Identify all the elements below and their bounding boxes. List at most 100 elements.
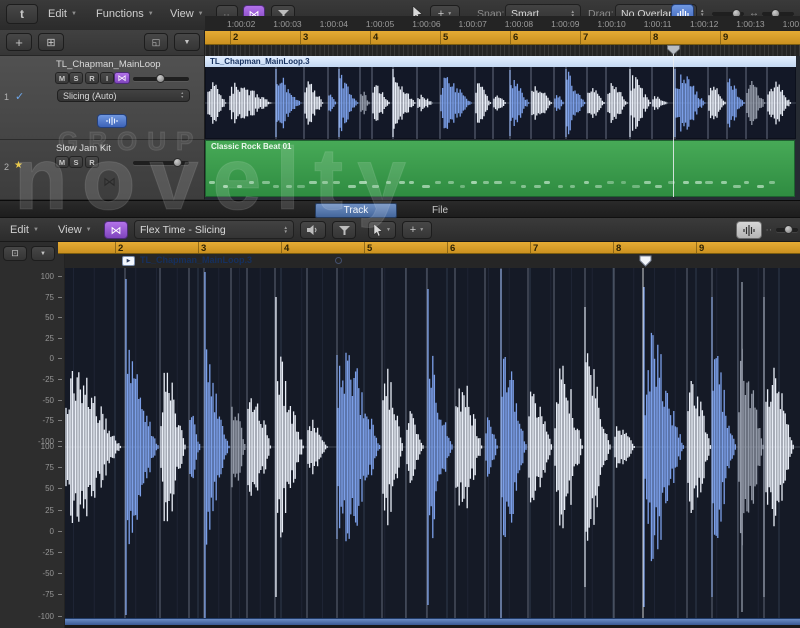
scale-label: 25 (28, 506, 54, 515)
scale-tick (58, 379, 62, 380)
bar-number: 9 (699, 243, 704, 254)
flex-icon: ⋈ (118, 73, 127, 84)
logic-pro-window: t Edit▼ Functions▼ View▼ ∙∙ ⋈ + ▼ Snap: … (0, 0, 800, 628)
editor-region-name: TL_Chapman_MainLoop.3 (140, 255, 252, 265)
time-label: 1:00:08 (505, 19, 533, 29)
scale-tick (58, 297, 62, 298)
bar-tick (650, 31, 651, 44)
track-button-i[interactable]: I (100, 72, 114, 84)
flex-enable-button[interactable]: ⋈ (114, 72, 130, 84)
header-options-button[interactable]: ▼ (174, 33, 200, 51)
slider-knob[interactable] (784, 225, 793, 234)
time-label: 1:00:12 (690, 19, 718, 29)
editor-waveform-zoom-button[interactable] (736, 221, 762, 239)
bar-number: 2 (233, 32, 238, 43)
bar-tick (364, 242, 365, 253)
scale-tick (58, 446, 62, 447)
scale-label: 25 (28, 334, 54, 343)
scale-tick (58, 420, 62, 421)
bar-number: 6 (513, 32, 518, 43)
waveform-icon (742, 224, 757, 237)
track-button-r[interactable]: R (85, 156, 99, 168)
flex-mode-value: Slicing (Auto) (63, 91, 117, 101)
scale-label: -25 (28, 548, 54, 557)
track1-volume-slider[interactable] (133, 77, 189, 81)
track-name[interactable]: Slow Jam Kit (56, 143, 111, 154)
editor-menu-view-label: View (58, 224, 82, 236)
audio-region-header[interactable]: TL_Chapman_MainLoop.3 (205, 56, 796, 67)
editor-secondary-tool-button[interactable]: + ▼ (402, 221, 432, 239)
scale-tick (58, 510, 62, 511)
crosshair-icon: + (410, 224, 416, 236)
track2-volume-slider[interactable] (133, 161, 189, 165)
editor-flex-button[interactable]: ⋈ (104, 221, 128, 239)
bar-tick (370, 31, 371, 44)
scale-tick (58, 338, 62, 339)
editor-menu-edit[interactable]: Edit▼ (10, 224, 39, 236)
add-track-button[interactable]: + (6, 33, 32, 51)
flex-time-dropdown[interactable]: Flex Time - Slicing ▲▼ (134, 220, 294, 239)
waveform-icon (105, 116, 120, 126)
track-name[interactable]: TL_Chapman_MainLoop (56, 59, 161, 70)
time-label: 1:00:10 (597, 19, 625, 29)
time-label: 1:00:09 (551, 19, 579, 29)
time-label: 1:00:11 (644, 19, 672, 29)
slider-knob[interactable] (173, 158, 182, 167)
slider-knob[interactable] (156, 74, 165, 83)
bar-number: 5 (367, 243, 372, 254)
menu-edit[interactable]: Edit ▼ (48, 8, 77, 20)
time-label: 1:00:07 (459, 19, 487, 29)
editor-bar-ruler[interactable]: 23456789 (58, 242, 800, 254)
flex-slicing-mode-button[interactable] (97, 114, 127, 128)
audio-waveform[interactable] (205, 67, 796, 139)
bar-number: 5 (443, 32, 448, 43)
menu-edit-label: Edit (48, 8, 67, 20)
time-label: 1:00:13 (736, 19, 764, 29)
midi-region[interactable]: Classic Rock Beat 01 (205, 140, 795, 197)
chevron-down-icon: ▼ (386, 227, 391, 233)
bar-number: 4 (284, 243, 289, 254)
track-sort-button[interactable]: ◱ (144, 33, 168, 51)
scale-label: 50 (28, 484, 54, 493)
tab-track[interactable]: Track (315, 203, 397, 218)
scale-label: 50 (28, 313, 54, 322)
editor-menu-view[interactable]: View▼ (58, 224, 92, 236)
scale-tick (58, 616, 62, 617)
time-ruler[interactable]: 1:00:021:00:031:00:041:00:051:00:061:00:… (205, 16, 800, 32)
track-selected-check-icon[interactable]: ✓ (15, 90, 24, 103)
editor-filter-button[interactable] (332, 221, 356, 239)
bar-ruler[interactable]: 23456789 (205, 31, 800, 45)
track-button-m[interactable]: M (55, 156, 69, 168)
editor-disclosure-button[interactable]: ▼ (31, 246, 55, 261)
track-button-s[interactable]: S (69, 156, 83, 168)
flex-icon: ⋈ (103, 174, 116, 190)
duplicate-track-button[interactable]: ⊞ (38, 33, 64, 51)
scale-tick (58, 467, 62, 468)
bar-number: 8 (616, 243, 621, 254)
menu-view[interactable]: View▼ (170, 8, 204, 20)
editor-region-header[interactable]: ▶ TL_Chapman_MainLoop.3 (113, 254, 800, 268)
bar-number: 8 (653, 32, 658, 43)
bar-tick (613, 242, 614, 253)
tab-file[interactable]: File (399, 203, 481, 218)
loop-circle-icon[interactable] (335, 257, 342, 264)
track-button-s[interactable]: S (69, 72, 83, 84)
editor-pointer-tool-button[interactable]: ▼ (368, 221, 396, 239)
chevron-down-icon: ▼ (33, 227, 39, 233)
chevron-down-icon: ▼ (71, 11, 77, 17)
flex-marker-handle[interactable] (639, 255, 652, 267)
region-play-button[interactable]: ▶ (122, 256, 135, 266)
track-button-r[interactable]: R (85, 72, 99, 84)
catch-playhead-button[interactable]: ⊡ (3, 246, 27, 261)
toolbar-button[interactable]: t (6, 4, 38, 24)
editor-waveform[interactable] (65, 268, 800, 618)
flex-mode-dropdown[interactable]: Slicing (Auto) ▲▼ (57, 89, 190, 102)
menu-functions[interactable]: Functions▼ (96, 8, 154, 20)
bar-tick (281, 242, 282, 253)
prelisten-button[interactable] (300, 221, 326, 239)
flex-icon: ⋈ (111, 224, 122, 237)
track-button-m[interactable]: M (55, 72, 69, 84)
editor-zoom-slider[interactable] (776, 228, 798, 232)
zoom-dots-icon: ∙∙ (766, 225, 772, 234)
region-bottom-edge (65, 618, 800, 625)
